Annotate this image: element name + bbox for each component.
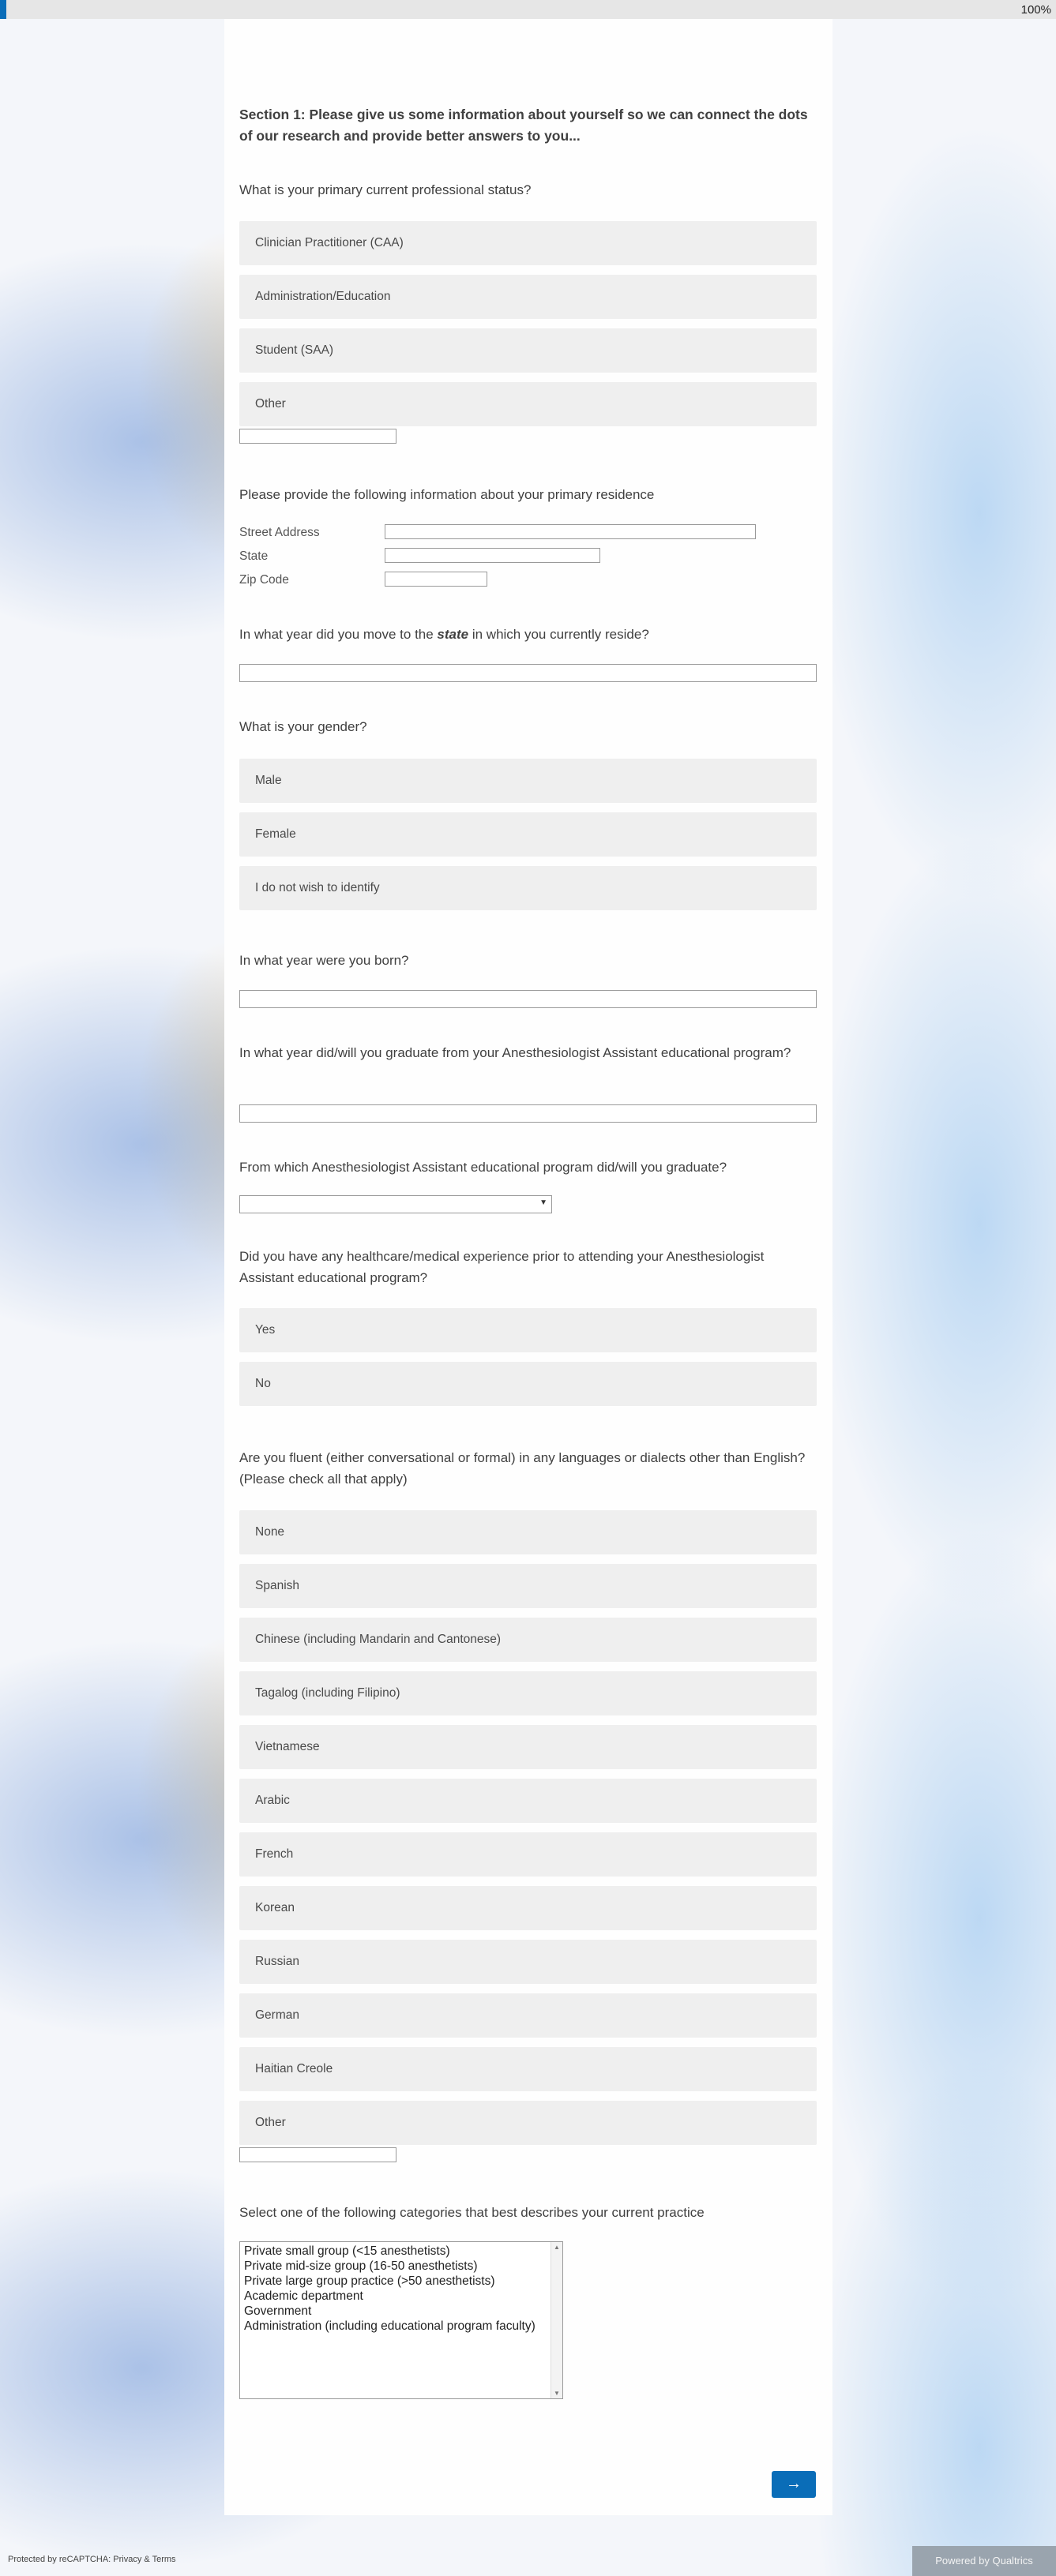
choice-male[interactable]: Male — [239, 759, 817, 803]
choice-label: Tagalog (including Filipino) — [255, 1686, 400, 1700]
question-text-part: in which you currently reside? — [468, 627, 649, 642]
choice-label: Other — [255, 397, 286, 411]
choice-label: Spanish — [255, 1579, 300, 1592]
choice-label: Other — [255, 2116, 286, 2129]
choice-administration[interactable]: Administration/Education — [239, 275, 817, 319]
question-birth-year: In what year were you born? — [239, 950, 816, 971]
street-address-label: Street Address — [239, 526, 320, 539]
practice-options: Private small group (<15 anesthetists) P… — [240, 2244, 536, 2334]
arrow-right-icon: → — [786, 2475, 802, 2492]
choice-no[interactable]: No — [239, 1362, 817, 1406]
program-select[interactable]: ▼ — [239, 1195, 552, 1213]
zip-code-label: Zip Code — [239, 573, 289, 587]
choice-do-not-identify[interactable]: I do not wish to identify — [239, 866, 817, 910]
question-text: In what year were you born? — [239, 953, 409, 968]
choice-lang-chinese[interactable]: Chinese (including Mandarin and Cantones… — [239, 1618, 817, 1662]
choice-lang-french[interactable]: French — [239, 1832, 817, 1877]
choice-lang-russian[interactable]: Russian — [239, 1940, 817, 1984]
recaptcha-notice[interactable]: Protected by reCAPTCHA: Privacy & Terms — [8, 2555, 176, 2564]
birth-year-input[interactable] — [239, 990, 817, 1008]
choice-lang-korean[interactable]: Korean — [239, 1886, 817, 1930]
choice-label: French — [255, 1847, 294, 1861]
choice-label: Administration/Education — [255, 290, 391, 303]
question-text: From which Anesthesiologist Assistant ed… — [239, 1160, 727, 1175]
choice-lang-arabic[interactable]: Arabic — [239, 1779, 817, 1823]
status-other-input[interactable] — [239, 429, 396, 444]
question-program: From which Anesthesiologist Assistant ed… — [239, 1157, 816, 1178]
choice-label: No — [255, 1377, 271, 1390]
progress-percent: 100% — [1020, 3, 1051, 17]
powered-by-qualtrics[interactable]: Powered by Qualtrics — [912, 2546, 1056, 2576]
question-experience: Did you have any healthcare/medical expe… — [239, 1246, 816, 1288]
practice-option[interactable]: Administration (including educational pr… — [240, 2319, 536, 2334]
choice-lang-tagalog[interactable]: Tagalog (including Filipino) — [239, 1671, 817, 1715]
question-text: In what year did/will you graduate from … — [239, 1045, 791, 1060]
question-text: What is your primary current professiona… — [239, 182, 532, 197]
question-gender: What is your gender? — [239, 716, 816, 737]
choice-label: Chinese (including Mandarin and Cantones… — [255, 1633, 502, 1646]
question-text: Are you fluent (either conversational or… — [239, 1450, 806, 1487]
chevron-down-icon: ▼ — [539, 1198, 547, 1207]
practice-option[interactable]: Private large group practice (>50 anesth… — [240, 2274, 536, 2289]
listbox-scrollbar[interactable]: ▲ ▼ — [551, 2242, 562, 2398]
question-languages: Are you fluent (either conversational or… — [239, 1447, 816, 1490]
choice-label: Male — [255, 774, 282, 787]
question-text: What is your gender? — [239, 719, 367, 734]
language-other-input[interactable] — [239, 2147, 396, 2162]
choice-student[interactable]: Student (SAA) — [239, 328, 817, 373]
choice-label: Student (SAA) — [255, 343, 334, 357]
state-label: State — [239, 549, 269, 563]
choice-label: German — [255, 2008, 299, 2022]
choice-yes[interactable]: Yes — [239, 1308, 817, 1352]
choice-label: Arabic — [255, 1794, 290, 1807]
choice-lang-german[interactable]: German — [239, 1993, 817, 2038]
choice-label: None — [255, 1525, 285, 1539]
next-button[interactable]: → — [772, 2471, 816, 2498]
scroll-down-icon[interactable]: ▼ — [554, 2390, 560, 2397]
scroll-up-icon[interactable]: ▲ — [554, 2244, 560, 2251]
question-text: In what year did you move to the state i… — [239, 624, 816, 645]
choice-lang-other[interactable]: Other — [239, 2101, 817, 2145]
question-text: Please provide the following information… — [239, 487, 655, 502]
choice-female[interactable]: Female — [239, 812, 817, 857]
question-text: Select one of the following categories t… — [239, 2205, 705, 2220]
choice-label: Female — [255, 827, 296, 841]
section-heading: Section 1: Please give us some informati… — [239, 104, 816, 147]
practice-option[interactable]: Private mid-size group (16-50 anesthetis… — [240, 2259, 536, 2274]
question-residence: Please provide the following information… — [239, 484, 816, 505]
question-professional-status: What is your primary current professiona… — [239, 179, 816, 201]
question-emphasis: state — [437, 627, 469, 642]
question-graduation-year: In what year did/will you graduate from … — [239, 1042, 816, 1063]
question-practice: Select one of the following categories t… — [239, 2202, 816, 2223]
practice-listbox[interactable]: Private small group (<15 anesthetists) P… — [239, 2241, 563, 2399]
move-year-input[interactable] — [239, 664, 817, 682]
choice-clinician[interactable]: Clinician Practitioner (CAA) — [239, 221, 817, 265]
street-address-input[interactable] — [385, 524, 756, 539]
section-heading-text: Section 1: Please give us some informati… — [239, 107, 808, 144]
state-input[interactable] — [385, 548, 600, 563]
choice-lang-haitian-creole[interactable]: Haitian Creole — [239, 2047, 817, 2091]
choice-lang-vietnamese[interactable]: Vietnamese — [239, 1725, 817, 1769]
choice-label: I do not wish to identify — [255, 881, 380, 894]
question-move-year: In what year did you move to the state i… — [239, 624, 816, 645]
progress-bar: 100% — [0, 0, 1056, 19]
graduation-year-input[interactable] — [239, 1104, 817, 1123]
progress-fill — [0, 0, 6, 19]
practice-option[interactable]: Government — [240, 2304, 536, 2319]
choice-lang-none[interactable]: None — [239, 1510, 817, 1554]
choice-label: Yes — [255, 1323, 276, 1337]
zip-code-input[interactable] — [385, 572, 487, 587]
question-text-part: In what year did you move to the — [239, 627, 438, 642]
practice-option[interactable]: Academic department — [240, 2289, 536, 2304]
choice-label: Vietnamese — [255, 1740, 320, 1753]
choice-other[interactable]: Other — [239, 382, 817, 426]
practice-option[interactable]: Private small group (<15 anesthetists) — [240, 2244, 536, 2259]
choice-label: Korean — [255, 1901, 295, 1914]
choice-label: Haitian Creole — [255, 2062, 333, 2075]
choice-label: Russian — [255, 1955, 299, 1968]
question-text: Did you have any healthcare/medical expe… — [239, 1249, 765, 1285]
choice-label: Clinician Practitioner (CAA) — [255, 236, 404, 249]
choice-lang-spanish[interactable]: Spanish — [239, 1564, 817, 1608]
